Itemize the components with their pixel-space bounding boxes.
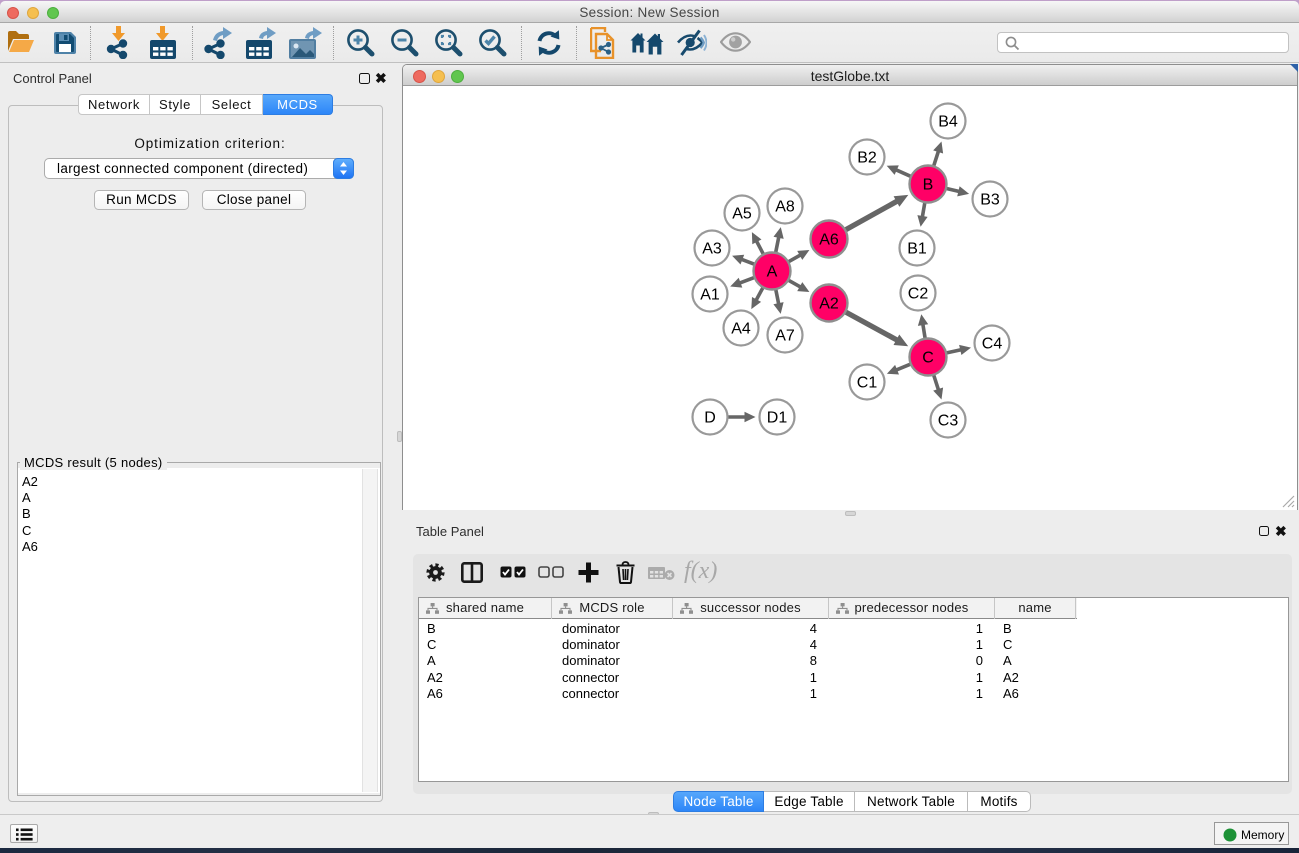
svg-text:C3: C3 [938,413,959,430]
svg-text:A2: A2 [819,296,839,313]
svg-text:C4: C4 [982,336,1003,353]
svg-text:C2: C2 [908,286,929,303]
svg-text:A3: A3 [702,241,722,258]
svg-text:D1: D1 [767,410,788,427]
svg-text:B: B [923,177,934,194]
svg-text:A6: A6 [819,232,839,249]
svg-text:B3: B3 [980,192,1000,209]
svg-text:A4: A4 [731,321,751,338]
svg-text:B4: B4 [938,114,958,131]
svg-text:C: C [922,350,934,367]
svg-text:A7: A7 [775,328,795,345]
svg-text:C1: C1 [857,375,878,392]
svg-text:B2: B2 [857,150,877,167]
svg-text:B1: B1 [907,241,927,258]
svg-text:A8: A8 [775,199,795,216]
svg-text:A: A [767,264,778,281]
svg-text:D: D [704,410,716,427]
svg-text:A1: A1 [700,287,720,304]
svg-text:A5: A5 [732,206,752,223]
